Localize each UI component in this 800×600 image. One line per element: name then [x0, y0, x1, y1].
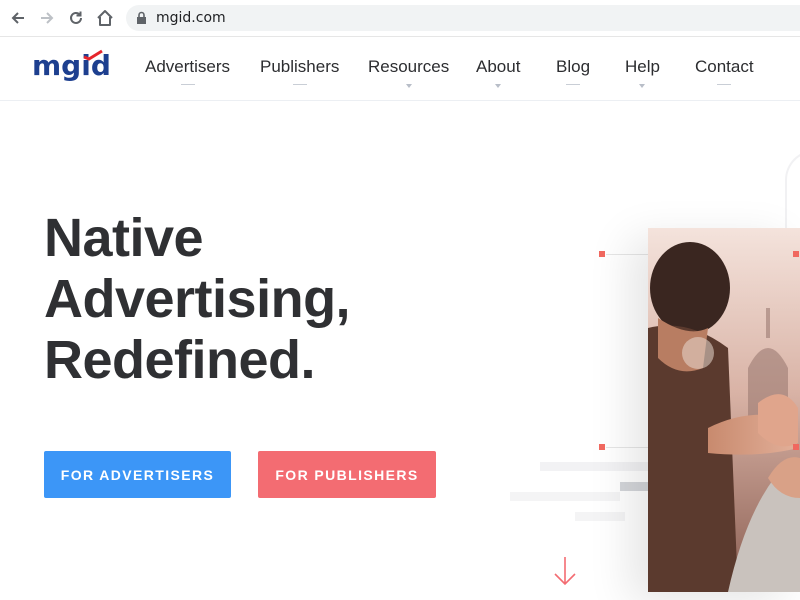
forward-arrow-icon[interactable]: [37, 8, 57, 28]
nav-publishers-label: Publishers: [260, 57, 340, 76]
nav-underline: [566, 84, 581, 85]
reload-icon[interactable]: [66, 8, 86, 28]
hero-title-line: Native: [44, 208, 204, 268]
lock-icon: [136, 11, 147, 30]
chevron-down-icon: [495, 84, 502, 88]
nav-resources-label: Resources: [368, 57, 450, 76]
hero-title-line: Redefined.: [44, 330, 316, 390]
decorative-dot: [793, 251, 799, 257]
nav-underline: [292, 84, 307, 85]
browser-toolbar: mgid.com: [0, 0, 800, 37]
nav-contact[interactable]: Contact: [695, 57, 754, 85]
nav-about-label: About: [476, 57, 521, 76]
site-header: mgid Advertisers Publishers Resources Ab…: [0, 37, 800, 101]
nav-underline: [717, 84, 732, 85]
decorative-bar: [540, 462, 660, 471]
back-arrow-icon[interactable]: [8, 8, 28, 28]
nav-contact-label: Contact: [695, 57, 754, 76]
for-publishers-button[interactable]: FOR PUBLISHERS: [258, 451, 436, 498]
nav-blog[interactable]: Blog: [556, 57, 591, 85]
scroll-down-arrow-icon[interactable]: [553, 555, 577, 587]
chevron-down-icon: [639, 84, 646, 88]
decorative-bar: [510, 492, 620, 501]
nav-advertisers-label: Advertisers: [145, 57, 231, 76]
nav-resources[interactable]: Resources: [368, 57, 450, 88]
address-bar[interactable]: mgid.com: [126, 5, 800, 31]
nav-help[interactable]: Help: [625, 57, 660, 88]
nav-help-label: Help: [625, 57, 660, 76]
decorative-bar: [575, 512, 625, 521]
decorative-dot: [599, 251, 605, 257]
hero-photo-couple: [648, 228, 800, 592]
nav-blog-label: Blog: [556, 57, 591, 76]
hero-title-line: Advertising,: [44, 269, 351, 329]
hero-photo-illustration: [648, 228, 800, 592]
hero-title: Native Advertising, Redefined.: [44, 208, 464, 391]
decorative-dot: [599, 444, 605, 450]
chevron-down-icon: [405, 84, 412, 88]
decorative-dot: [793, 444, 799, 450]
nav-publishers[interactable]: Publishers: [260, 57, 340, 85]
main-nav: Advertisers Publishers Resources About B…: [0, 37, 800, 100]
nav-about[interactable]: About: [476, 57, 521, 88]
for-advertisers-button[interactable]: FOR ADVERTISERS: [44, 451, 231, 498]
nav-advertisers[interactable]: Advertisers: [145, 57, 231, 85]
url-text[interactable]: mgid.com: [156, 10, 226, 26]
decorative-arc: [785, 150, 800, 232]
nav-underline: [180, 84, 195, 85]
home-icon[interactable]: [95, 8, 115, 28]
